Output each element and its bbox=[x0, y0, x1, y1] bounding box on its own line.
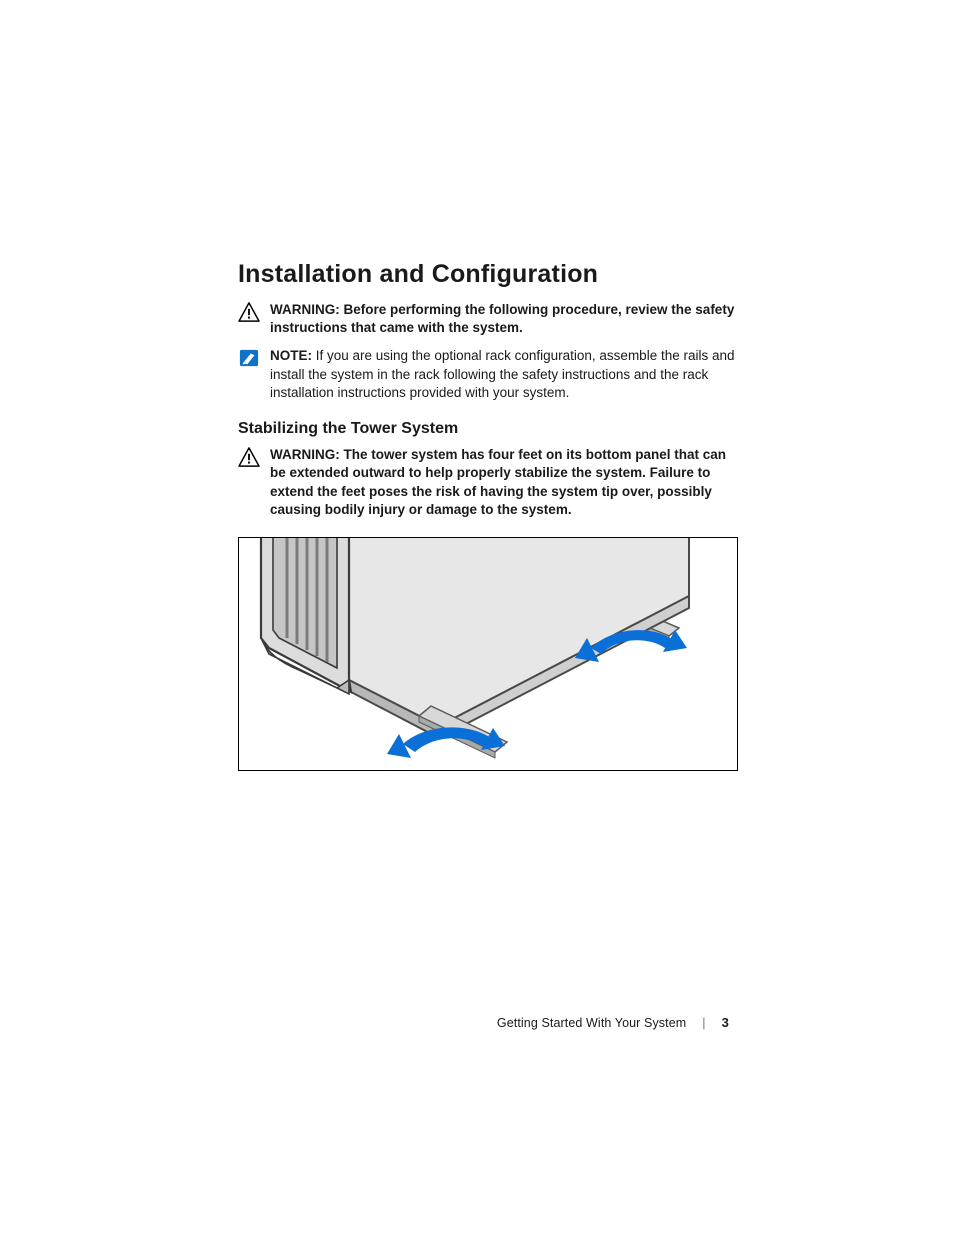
page-footer: Getting Started With Your System | 3 bbox=[497, 1015, 729, 1030]
note-label: NOTE: bbox=[270, 348, 312, 363]
warning-icon bbox=[238, 302, 260, 322]
document-page: Installation and Configuration WARNING: … bbox=[0, 0, 954, 1235]
section-heading: Installation and Configuration bbox=[238, 260, 744, 289]
warning-icon bbox=[238, 447, 260, 467]
warning-text-1: WARNING: Before performing the following… bbox=[270, 301, 744, 337]
warning-block-2: WARNING: The tower system has four feet … bbox=[238, 446, 744, 519]
warning-body: Before performing the following procedur… bbox=[270, 302, 734, 335]
sub-heading: Stabilizing the Tower System bbox=[238, 420, 744, 438]
warning-label: WARNING: bbox=[270, 447, 340, 462]
note-body: If you are using the optional rack confi… bbox=[270, 348, 735, 399]
warning-block-1: WARNING: Before performing the following… bbox=[238, 301, 744, 337]
note-text-1: NOTE: If you are using the optional rack… bbox=[270, 347, 744, 402]
footer-title: Getting Started With Your System bbox=[497, 1016, 686, 1030]
note-icon bbox=[238, 348, 260, 368]
warning-text-2: WARNING: The tower system has four feet … bbox=[270, 446, 744, 519]
note-block-1: NOTE: If you are using the optional rack… bbox=[238, 347, 744, 402]
warning-label: WARNING: bbox=[270, 302, 340, 317]
figure-stabilizing-feet bbox=[238, 537, 738, 771]
page-number: 3 bbox=[722, 1015, 729, 1030]
footer-divider: | bbox=[702, 1016, 705, 1030]
